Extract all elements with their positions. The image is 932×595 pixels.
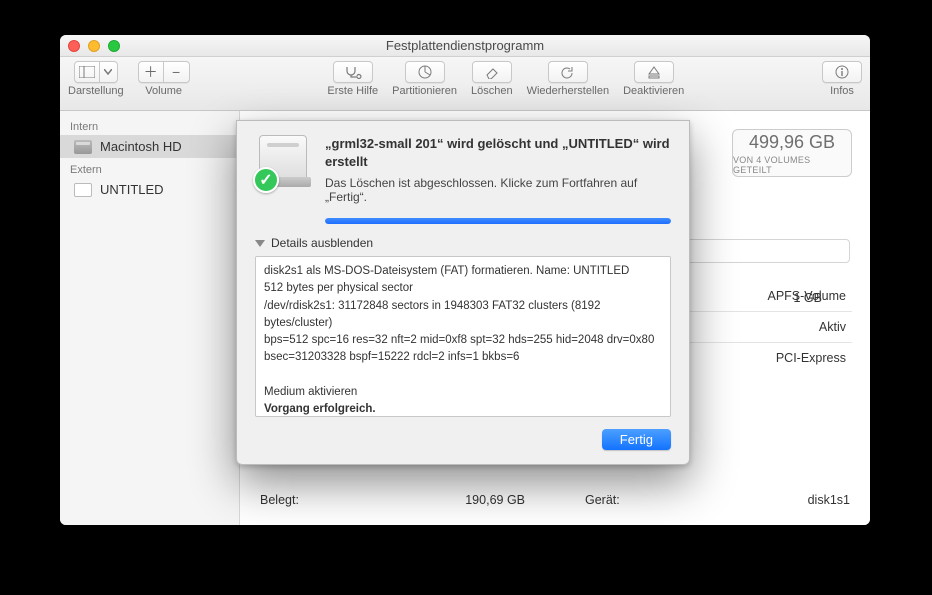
drive-icon: ✓ — [255, 135, 311, 191]
sidebar-icon — [79, 66, 95, 78]
disclosure-triangle-icon — [255, 240, 265, 247]
volume-add-button[interactable]: ＋ — [138, 61, 164, 83]
used-label: Belegt: — [260, 493, 299, 507]
restore-label: Wiederherstellen — [527, 85, 610, 97]
view-button[interactable] — [74, 61, 100, 83]
restore-icon — [560, 65, 576, 79]
success-badge-icon: ✓ — [253, 167, 279, 193]
info-icon — [835, 65, 849, 79]
info-value: APFS-Volume — [726, 289, 846, 303]
disclosure-label: Details ausblenden — [271, 236, 373, 250]
sidebar-item-untitled[interactable]: UNTITLED — [60, 178, 239, 201]
toolbar: Darstellung ＋ − Volume Erste Hilfe Parti… — [60, 57, 870, 111]
capacity-value: 499,96 GB — [749, 132, 835, 153]
used-value: 190,69 GB — [465, 493, 525, 507]
pie-icon — [417, 64, 433, 80]
eject-icon — [647, 65, 661, 79]
info-value: Aktiv — [726, 320, 846, 334]
chevron-down-icon — [104, 69, 112, 75]
sidebar: Intern Macintosh HD Extern UNTITLED — [60, 111, 240, 525]
capacity-box: 499,96 GB VON 4 VOLUMES GETEILT — [732, 129, 852, 177]
progress-bar — [325, 218, 671, 224]
sidebar-item-label: Macintosh HD — [100, 139, 182, 154]
volume-remove-button[interactable]: − — [164, 61, 190, 83]
capacity-subtitle: VON 4 VOLUMES GETEILT — [733, 155, 851, 175]
device-label: Gerät: — [585, 493, 620, 507]
log-output[interactable]: disk2s1 als MS-DOS-Dateisystem (FAT) for… — [255, 256, 671, 417]
partition-button[interactable] — [405, 61, 445, 83]
internal-disk-icon — [74, 140, 92, 154]
partition-label: Partitionieren — [392, 85, 457, 97]
erase-sheet: ✓ „grml32-small 201“ wird gelöscht und „… — [236, 120, 690, 465]
window-title: Festplattendienstprogramm — [60, 38, 870, 53]
unmount-label: Deaktivieren — [623, 85, 684, 97]
firstaid-button[interactable] — [333, 61, 373, 83]
done-button[interactable]: Fertig — [602, 429, 671, 450]
info-value: PCI-Express — [726, 351, 846, 365]
restore-button[interactable] — [548, 61, 588, 83]
info-button[interactable] — [822, 61, 862, 83]
sidebar-header-internal: Intern — [60, 115, 239, 135]
log-text: disk2s1 als MS-DOS-Dateisystem (FAT) for… — [264, 265, 654, 398]
eraser-icon — [484, 65, 500, 79]
details-toggle[interactable]: Details ausblenden — [237, 228, 689, 256]
erase-label: Löschen — [471, 85, 513, 97]
view-label: Darstellung — [68, 85, 124, 97]
titlebar: Festplattendienstprogramm — [60, 35, 870, 57]
stethoscope-icon — [344, 65, 362, 79]
view-menu-button[interactable] — [100, 61, 118, 83]
bottom-row: Belegt: 190,69 GB Gerät: disk1s1 — [260, 493, 850, 507]
sidebar-header-external: Extern — [60, 158, 239, 178]
external-disk-icon — [74, 183, 92, 197]
volume-label: Volume — [145, 85, 182, 97]
log-success: Vorgang erfolgreich. — [264, 403, 376, 415]
erase-button[interactable] — [472, 61, 512, 83]
unmount-button[interactable] — [634, 61, 674, 83]
sheet-subtitle: Das Löschen ist abgeschlossen. Klicke zu… — [325, 176, 671, 204]
sidebar-item-label: UNTITLED — [100, 182, 164, 197]
sheet-title: „grml32-small 201“ wird gelöscht und „UN… — [325, 135, 671, 170]
sidebar-item-macintosh-hd[interactable]: Macintosh HD — [60, 135, 239, 158]
info-label: Infos — [830, 85, 854, 97]
device-value: disk1s1 — [808, 493, 850, 507]
firstaid-label: Erste Hilfe — [327, 85, 378, 97]
